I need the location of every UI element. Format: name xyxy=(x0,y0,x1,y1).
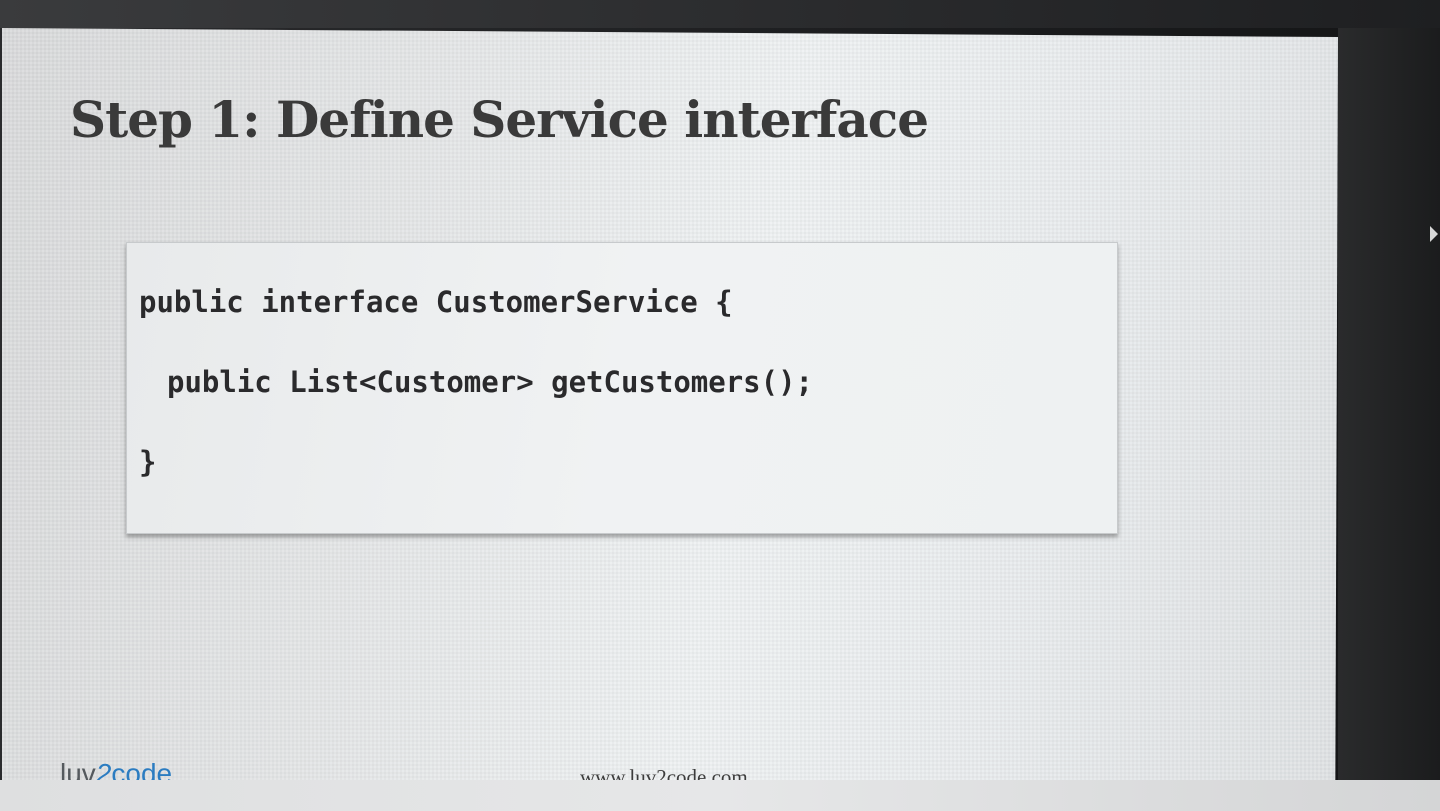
slide-title: Step 1: Define Service interface xyxy=(70,90,929,149)
screen: Step 1: Define Service interface public … xyxy=(0,0,1440,811)
code-line-method-signature: public List<Customer> getCustomers(); xyxy=(167,365,814,399)
code-line-closing-brace: } xyxy=(139,445,157,479)
code-block: public interface CustomerService { publi… xyxy=(126,242,1118,534)
screen-bezel xyxy=(1338,28,1440,780)
top-bar xyxy=(0,0,1440,28)
presentation-slide: Step 1: Define Service interface public … xyxy=(2,28,1338,780)
code-line-interface-declaration: public interface CustomerService { xyxy=(139,285,733,319)
bottom-strip xyxy=(0,780,1440,811)
triangle-right-icon[interactable] xyxy=(1430,226,1438,242)
